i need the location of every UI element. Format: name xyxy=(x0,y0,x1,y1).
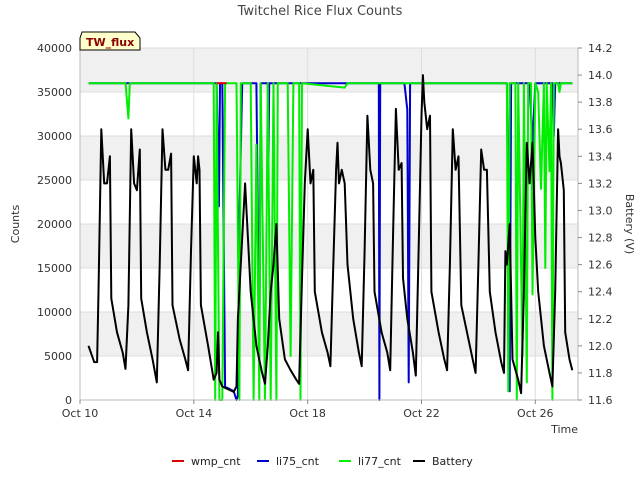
y-axis-title: Counts xyxy=(9,205,22,244)
background-band xyxy=(80,180,578,224)
y2-tick-label: 12.6 xyxy=(588,259,613,272)
y2-tick-label: 13.8 xyxy=(588,96,613,109)
y-tick-label: 40000 xyxy=(37,42,72,55)
x-tick-label: Oct 22 xyxy=(403,407,440,420)
y2-tick-label: 12.4 xyxy=(588,286,613,299)
y2-tick-label: 11.8 xyxy=(588,367,613,380)
site-label-box: TW_flux xyxy=(79,31,141,51)
legend-label-li77-cnt: li77_cnt xyxy=(358,455,402,468)
y2-tick-labels: 11.6 11.8 12.0 12.2 12.4 12.6 12.8 13.0 13.2 13.4… xyxy=(578,42,613,407)
background-band xyxy=(80,268,578,312)
background-band xyxy=(80,224,578,268)
y2-tick-label: 11.6 xyxy=(588,394,613,407)
y2-tick-label: 12.0 xyxy=(588,340,613,353)
legend-label-li75-cnt: li75_cnt xyxy=(276,455,320,468)
y-tick-label: 5000 xyxy=(44,350,72,363)
y-tick-label: 15000 xyxy=(37,262,72,275)
chart-title: Twitchel Rice Flux Counts xyxy=(237,4,403,19)
y2-axis-title: Battery (V) xyxy=(623,194,636,254)
y-tick-label: 0 xyxy=(65,394,72,407)
chart: Oct 10 Oct 14 Oct 18 Oct 22 Oct 26 0 5000 1000… xyxy=(9,4,636,468)
y-tick-label: 20000 xyxy=(37,218,72,231)
y-tick-label: 25000 xyxy=(37,174,72,187)
y-tick-label: 10000 xyxy=(37,306,72,319)
legend: wmp_cnt li75_cnt li77_cnt Battery xyxy=(172,455,473,468)
legend-label-wmp-cnt: wmp_cnt xyxy=(191,455,241,468)
site-label-text: TW_flux xyxy=(86,36,134,49)
y2-tick-label: 14.2 xyxy=(588,42,613,55)
x-tick-label: Oct 18 xyxy=(289,407,326,420)
y-tick-label: 30000 xyxy=(37,130,72,143)
y2-tick-label: 13.0 xyxy=(588,204,613,217)
background-band xyxy=(80,136,578,180)
x-axis-title: Time xyxy=(550,423,578,436)
y2-tick-label: 12.2 xyxy=(588,313,613,326)
y-tick-labels: 0 5000 10000 15000 20000 25000 30000 35000 40000 xyxy=(37,42,72,407)
legend-label-battery: Battery xyxy=(432,455,473,468)
y2-tick-label: 13.2 xyxy=(588,177,613,190)
y2-tick-label: 14.0 xyxy=(588,69,613,82)
x-tick-label: Oct 10 xyxy=(62,407,99,420)
y-tick-label: 35000 xyxy=(37,86,72,99)
background-band xyxy=(80,92,578,136)
y2-tick-label: 13.6 xyxy=(588,123,613,136)
y2-tick-label: 12.8 xyxy=(588,232,613,245)
x-tick-label: Oct 26 xyxy=(517,407,554,420)
y2-tick-label: 13.4 xyxy=(588,150,613,163)
x-tick-label: Oct 14 xyxy=(176,407,213,420)
x-tick-labels: Oct 10 Oct 14 Oct 18 Oct 22 Oct 26 xyxy=(62,400,554,420)
